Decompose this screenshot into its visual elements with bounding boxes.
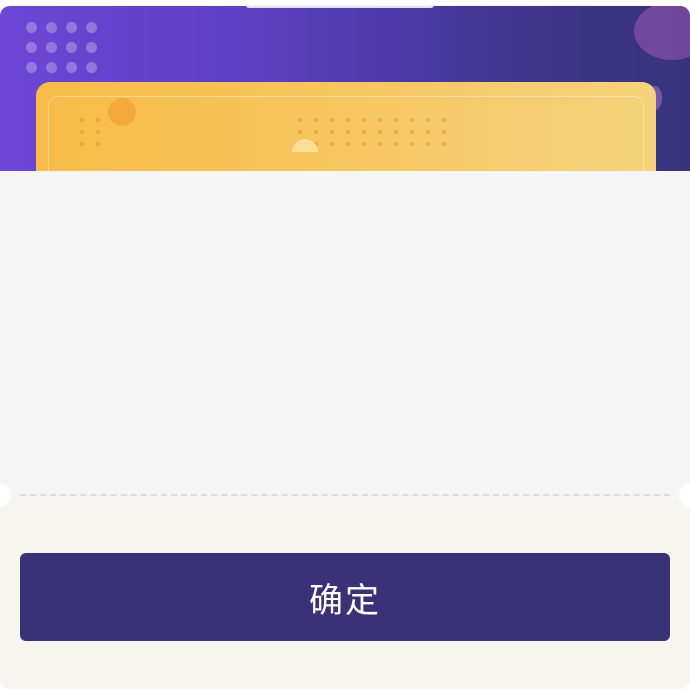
reward-dialog: 确定 bbox=[0, 6, 690, 688]
decorative-circle bbox=[634, 6, 690, 60]
top-notch bbox=[246, 6, 434, 8]
dialog-content bbox=[0, 171, 690, 498]
confirm-button[interactable]: 确定 bbox=[20, 553, 670, 641]
decorative-circle bbox=[108, 98, 136, 126]
perforation-divider bbox=[20, 494, 670, 496]
decorative-dot-grid bbox=[26, 22, 99, 75]
decorative-dot-grid bbox=[298, 118, 458, 154]
decorative-dot-grid bbox=[80, 118, 106, 152]
